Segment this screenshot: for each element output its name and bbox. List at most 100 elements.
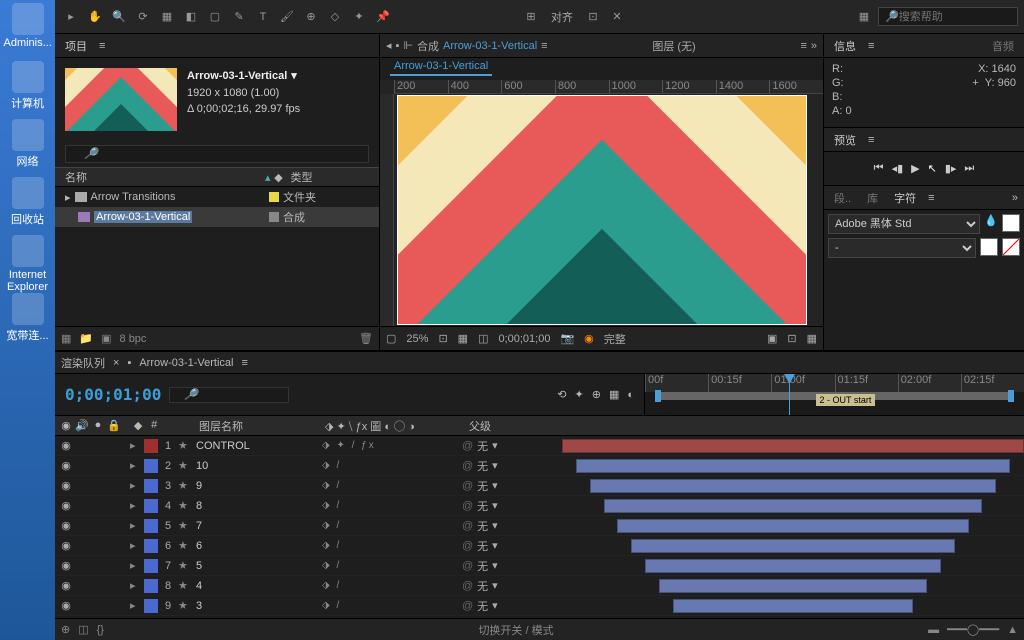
eraser-tool[interactable]: ◇ [325, 7, 345, 27]
desktop-icon[interactable]: 计算机 [4, 61, 52, 116]
view-opt3-icon[interactable]: ▦ [807, 332, 817, 345]
layer-switches[interactable]: ⬗ / [322, 560, 462, 571]
playhead[interactable] [789, 374, 790, 415]
expand-icon[interactable]: ▸ [130, 459, 144, 472]
comp-new-icon[interactable]: ▣ [101, 332, 111, 345]
parent-value[interactable]: 无 [477, 518, 488, 534]
layer-list[interactable]: ◉ ▸ 1 ★ CONTROL ⬗ ✦ / ƒx @无▾ ◉ ▸ 2 ★ 10 … [55, 436, 1024, 618]
folder-icon[interactable]: 📁 [79, 332, 93, 345]
char-overflow-icon[interactable]: » [1012, 192, 1018, 204]
search-help-input[interactable] [899, 11, 1011, 23]
desktop-icon[interactable]: Internet Explorer [4, 235, 52, 290]
desktop-icon[interactable]: 回收站 [4, 177, 52, 232]
layer-track[interactable] [562, 576, 1024, 596]
tab-close-icon[interactable]: × [113, 357, 119, 369]
pickwhip-icon[interactable]: @ [462, 540, 473, 552]
layer-row[interactable]: ◉ ▸ 3 ★ 9 ⬗ / @无▾ [55, 476, 1024, 496]
time-display[interactable]: 0;00;01;00 [498, 333, 550, 345]
layer-color[interactable] [144, 539, 158, 553]
layer-track[interactable] [562, 496, 1024, 516]
font-style-select[interactable]: - [828, 238, 976, 258]
desktop-icon[interactable]: 宽带连... [4, 293, 52, 348]
resolution[interactable]: 完整 [604, 331, 626, 347]
time-ruler[interactable]: 00f00:15f01:00f01:15f02:00f02:15f [645, 374, 1024, 392]
brush-tool[interactable]: 🖌 [277, 7, 297, 27]
next-frame-icon[interactable]: ▮▸ [945, 162, 957, 175]
layer-name[interactable]: CONTROL [192, 440, 322, 452]
layer-color[interactable] [144, 579, 158, 593]
zoom-out-icon[interactable]: ▬ [928, 624, 939, 636]
col-layer-name[interactable]: 图层名称 [195, 418, 325, 434]
layer-color[interactable] [144, 519, 158, 533]
snap-icon[interactable]: ⊞ [521, 7, 541, 27]
layer-color[interactable] [144, 439, 158, 453]
zoom-in-icon[interactable]: ▲ [1007, 624, 1018, 636]
mag-icon[interactable]: ▢ [386, 332, 396, 345]
layer-color[interactable] [144, 479, 158, 493]
project-item[interactable]: Arrow-03-1-Vertical 合成 [55, 207, 379, 227]
visibility-icon[interactable]: ◉ [59, 599, 73, 612]
lib-tab[interactable]: 库 [863, 188, 882, 208]
preview-menu-icon[interactable]: ≡ [868, 134, 874, 146]
mask-icon[interactable]: ◫ [478, 332, 488, 345]
tf-icon3[interactable]: {} [97, 624, 104, 636]
project-item[interactable]: ▸ Arrow Transitions 文件夹 [55, 187, 379, 207]
orbit-tool[interactable]: ⟳ [133, 7, 153, 27]
camera-tool[interactable]: ▦ [157, 7, 177, 27]
tab-menu-icon[interactable]: ≡ [541, 40, 547, 52]
bpc-label[interactable]: 8 bpc [120, 333, 147, 345]
expand-icon[interactable]: ▸ [130, 479, 144, 492]
tl-tool5-icon[interactable]: ◐ [627, 389, 634, 401]
parent-value[interactable]: 无 [477, 578, 488, 594]
parent-value[interactable]: 无 [477, 498, 488, 514]
parent-value[interactable]: 无 [477, 558, 488, 574]
parent-value[interactable]: 无 [477, 538, 488, 554]
tl-tool1-icon[interactable]: ⟲ [557, 388, 566, 401]
trash-icon[interactable]: 🗑 [359, 332, 373, 345]
dropdown-icon[interactable]: ▾ [291, 68, 297, 85]
layer-row[interactable]: ◉ ▸ 2 ★ 10 ⬗ / @无▾ [55, 456, 1024, 476]
overflow-icon[interactable]: » [811, 40, 817, 52]
snapshot-icon[interactable]: 📷 [560, 332, 574, 345]
tf-icon2[interactable]: ◫ [78, 623, 88, 636]
parent-value[interactable]: 无 [477, 598, 488, 614]
layer-row[interactable]: ◉ ▸ 1 ★ CONTROL ⬗ ✦ / ƒx @无▾ [55, 436, 1024, 456]
expand-icon[interactable]: ▸ [130, 519, 144, 532]
pan-behind-tool[interactable]: ◧ [181, 7, 201, 27]
panel-menu2-icon[interactable]: ≡ [800, 40, 806, 52]
char-tab[interactable]: 字符 [890, 188, 920, 208]
snap-opt1[interactable]: ⊡ [583, 7, 603, 27]
hand-tool[interactable]: ✋ [85, 7, 105, 27]
tl-tool2-icon[interactable]: ✦ [575, 388, 584, 401]
search-help-box[interactable]: 🔎 [878, 7, 1018, 26]
tf-icon1[interactable]: ⊕ [61, 623, 70, 636]
panel-menu-icon[interactable]: ≡ [99, 40, 105, 52]
composition-viewer[interactable]: 2004006008001000120014001600 [380, 80, 823, 326]
marker-label[interactable]: 2 - OUT start [816, 394, 876, 406]
visibility-icon[interactable]: ◉ [59, 519, 73, 532]
preview-tab[interactable]: 预览 [830, 130, 860, 150]
layer-row[interactable]: ◉ ▸ 8 ★ 4 ⬗ / @无▾ [55, 576, 1024, 596]
nav-back-icon[interactable]: ◂ [386, 39, 392, 52]
comp-subtab-active[interactable]: Arrow-03-1-Vertical [390, 58, 492, 76]
first-frame-icon[interactable]: ⏮ [874, 162, 884, 175]
snap-opt2[interactable]: ✕ [607, 7, 627, 27]
layer-track[interactable] [562, 596, 1024, 616]
pickwhip-icon[interactable]: @ [462, 460, 473, 472]
fill-swatch[interactable] [1002, 214, 1020, 232]
toggle-switches[interactable]: 切换开关 / 模式 [112, 622, 920, 638]
expand-icon[interactable]: ▸ [130, 579, 144, 592]
pickwhip-icon[interactable]: @ [462, 500, 473, 512]
pickwhip-icon[interactable]: @ [462, 600, 473, 612]
pickwhip-icon[interactable]: @ [462, 480, 473, 492]
layer-switches[interactable]: ⬗ / [322, 500, 462, 511]
layer-name[interactable]: 7 [192, 520, 322, 532]
timeline-tab-menu-icon[interactable]: ≡ [241, 357, 247, 369]
comp-tab-name[interactable]: Arrow-03-1-Vertical [443, 40, 537, 52]
layer-row[interactable]: ◉ ▸ 5 ★ 7 ⬗ / @无▾ [55, 516, 1024, 536]
layer-row[interactable]: ◉ ▸ 4 ★ 8 ⬗ / @无▾ [55, 496, 1024, 516]
zoom-tool[interactable]: 🔍 [109, 7, 129, 27]
tl-tool3-icon[interactable]: ⊕ [592, 388, 601, 401]
zoom-value[interactable]: 25% [406, 333, 428, 345]
pen-tool[interactable]: ✎ [229, 7, 249, 27]
